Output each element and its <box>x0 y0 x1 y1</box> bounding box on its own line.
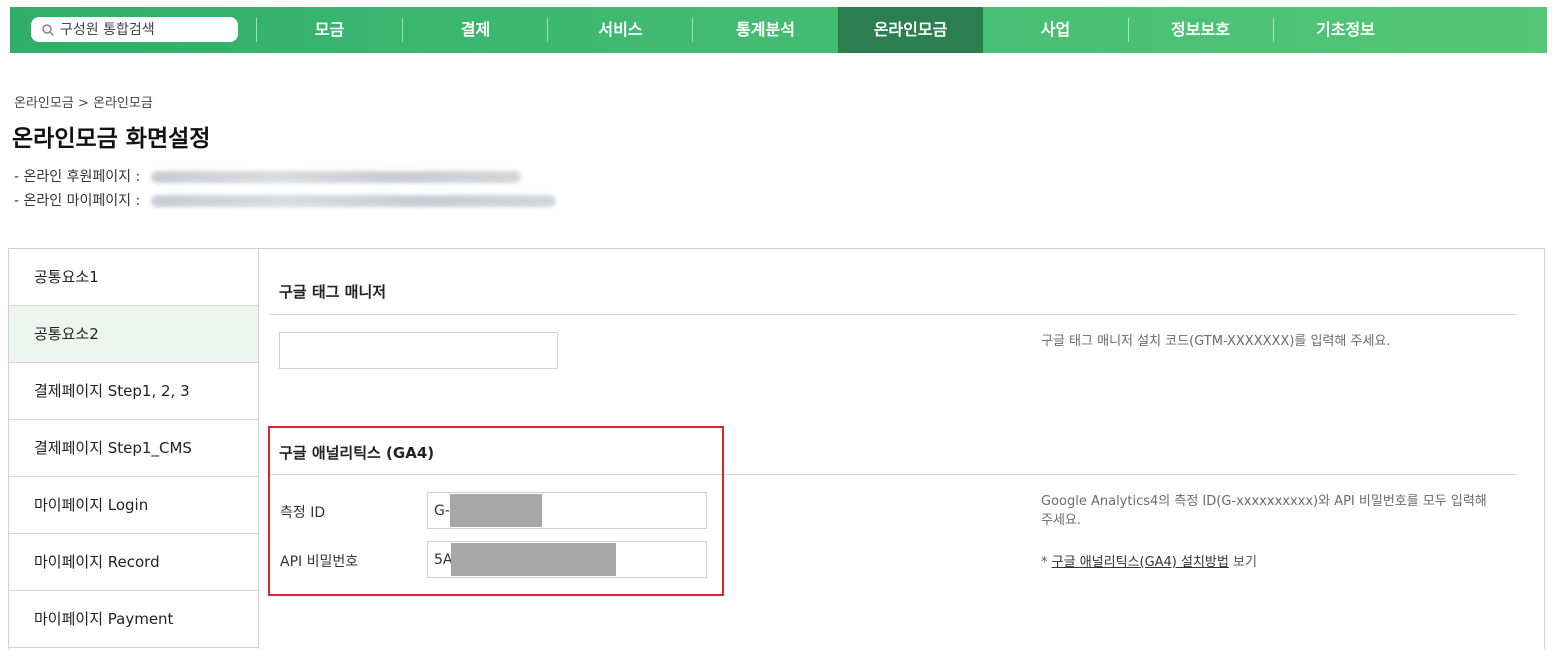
nav-item-business[interactable]: 사업 <box>983 7 1128 53</box>
nav-item-fundraising[interactable]: 모금 <box>257 7 402 53</box>
nav-item-privacy[interactable]: 정보보호 <box>1128 7 1273 53</box>
sidebar-item-common-2[interactable]: 공통요소2 <box>9 306 258 363</box>
breadcrumb: 온라인모금 > 온라인모금 <box>14 92 153 111</box>
sidebar-item-mypage-payment[interactable]: 마이페이지 Payment <box>9 591 258 648</box>
member-search-box[interactable] <box>31 17 238 42</box>
mypage-url-row: - 온라인 마이페이지 : <box>14 190 556 210</box>
breadcrumb-current: 온라인모금 <box>93 96 153 111</box>
redacted-url <box>150 171 521 183</box>
sidebar-item-common-1[interactable]: 공통요소1 <box>9 249 258 306</box>
breadcrumb-separator: > <box>77 96 89 111</box>
nav-item-online-fundraising[interactable]: 온라인모금 <box>838 7 983 53</box>
nav-item-statistics[interactable]: 통계분석 <box>693 7 838 53</box>
guide-suffix: 보기 <box>1228 555 1257 570</box>
gtm-help-text: 구글 태그 매니저 설치 코드(GTM-XXXXXXX)를 입력해 주세요. <box>1041 334 1391 349</box>
donation-page-url-label: - 온라인 후원페이지 : <box>14 169 141 185</box>
ga4-help-text: Google Analytics4의 측정 ID(G-xxxxxxxxxx)와 … <box>1041 494 1487 528</box>
nav-item-basic-info[interactable]: 기초정보 <box>1273 7 1418 53</box>
sidebar-item-payment-steps[interactable]: 결제페이지 Step1, 2, 3 <box>9 363 258 420</box>
nav-item-service[interactable]: 서비스 <box>548 7 693 53</box>
search-input[interactable] <box>60 21 220 38</box>
nav-item-payment[interactable]: 결제 <box>403 7 548 53</box>
guide-prefix: * <box>1041 555 1052 570</box>
ga4-install-guide-link[interactable]: 구글 애널리틱스(GA4) 설치방법 <box>1052 555 1229 570</box>
settings-sidebar: 공통요소1 공통요소2 결제페이지 Step1, 2, 3 결제페이지 Step… <box>9 249 259 649</box>
section-divider <box>270 314 1517 315</box>
donation-page-url-row: - 온라인 후원페이지 : <box>14 166 521 186</box>
page-title: 온라인모금 화면설정 <box>12 126 211 152</box>
top-nav-bar: 모금 결제 서비스 통계분석 온라인모금 사업 정보보호 기초정보 <box>10 7 1547 53</box>
redacted-url <box>150 195 556 207</box>
sidebar-item-mypage-login[interactable]: 마이페이지 Login <box>9 477 258 534</box>
search-icon <box>42 23 55 36</box>
sidebar-item-mypage-record[interactable]: 마이페이지 Record <box>9 534 258 591</box>
breadcrumb-home[interactable]: 온라인모금 <box>14 96 74 111</box>
highlight-box <box>268 426 724 596</box>
gtm-code-input[interactable] <box>279 332 558 369</box>
ga4-guide-row: * 구글 애널리틱스(GA4) 설치방법 보기 <box>1041 551 1257 570</box>
settings-panel: 공통요소1 공통요소2 결제페이지 Step1, 2, 3 결제페이지 Step… <box>8 248 1545 649</box>
sidebar-item-payment-cms[interactable]: 결제페이지 Step1_CMS <box>9 420 258 477</box>
mypage-url-label: - 온라인 마이페이지 : <box>14 193 141 209</box>
gtm-section-title: 구글 태그 매니저 <box>279 283 387 301</box>
